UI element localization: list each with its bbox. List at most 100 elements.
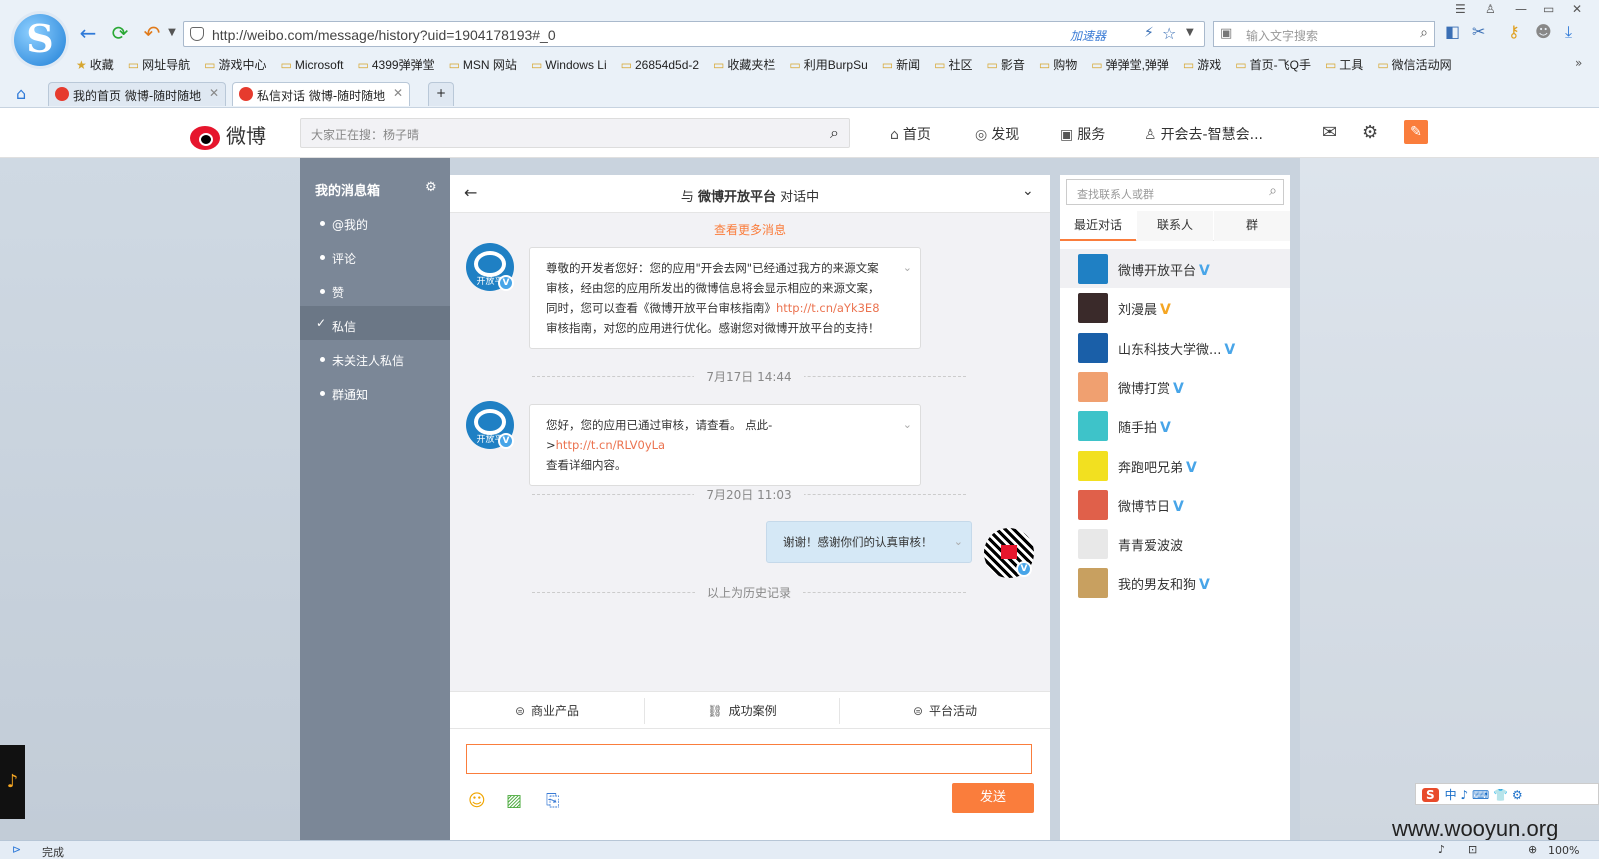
- gear-icon[interactable]: ⚙: [1362, 122, 1378, 143]
- bookmark-item[interactable]: ▭ MSN 网站: [449, 56, 517, 73]
- message-input[interactable]: [466, 744, 1032, 774]
- bookmark-item[interactable]: ▭ 首页-飞Q手: [1235, 56, 1311, 73]
- bookmark-item[interactable]: ▭ 新闻: [882, 56, 920, 73]
- bookmark-item[interactable]: ▭ 收藏夹栏: [713, 56, 775, 73]
- image-search-icon[interactable]: ▣: [1220, 26, 1232, 41]
- zoom-icon[interactable]: ⊕: [1528, 843, 1537, 856]
- sidebar-item-group-notices[interactable]: 群通知: [300, 374, 450, 408]
- nav-home[interactable]: ⌂ 首页: [890, 124, 931, 144]
- contact-item[interactable]: 微博打赏 V: [1060, 367, 1290, 406]
- sidebar-item-private-messages[interactable]: ✓ 私信: [300, 306, 450, 340]
- contact-search-input[interactable]: 查找联系人或群 ⌕: [1066, 179, 1284, 205]
- bookmark-item[interactable]: ▭ Windows Li: [531, 58, 607, 72]
- message-link[interactable]: http://t.cn/RLV0yLa: [556, 438, 665, 452]
- chevron-down-icon[interactable]: ⌄: [1022, 183, 1034, 199]
- sidebar-item-likes[interactable]: 赞: [300, 272, 450, 306]
- bookmark-item[interactable]: ▭ 弹弹堂,弹弹: [1091, 56, 1169, 73]
- chat-partner-name[interactable]: 微博开放平台: [698, 190, 776, 205]
- send-button[interactable]: 发送: [952, 783, 1034, 813]
- tab-contacts[interactable]: 联系人: [1137, 211, 1213, 241]
- chevron-down-icon[interactable]: ⌄: [903, 415, 912, 435]
- accelerator-label[interactable]: 加速器: [1070, 27, 1106, 44]
- extension-icon[interactable]: ◧: [1445, 22, 1460, 41]
- zoom-level[interactable]: 100%: [1548, 844, 1579, 857]
- skin-icon[interactable]: ♙: [1485, 2, 1496, 16]
- scissors-icon[interactable]: ✂: [1472, 22, 1485, 41]
- nav-service[interactable]: ▣ 服务: [1060, 124, 1105, 144]
- bookmark-item[interactable]: ▭ 社区: [934, 56, 972, 73]
- browser-logo[interactable]: S: [14, 14, 66, 66]
- menu-icon[interactable]: ☰: [1455, 2, 1466, 16]
- attachment-icon[interactable]: ⎘: [546, 791, 560, 811]
- refresh-icon[interactable]: ⟳: [108, 20, 132, 46]
- ime-toolbar[interactable]: S 中 ♪ ⌨ 👕 ⚙: [1415, 783, 1599, 805]
- chevron-down-icon[interactable]: ▼: [1186, 27, 1194, 38]
- contact-item[interactable]: 随手拍 V: [1060, 406, 1290, 445]
- tab-recent[interactable]: 最近对话: [1060, 211, 1136, 241]
- close-tab-icon[interactable]: ✕: [393, 86, 403, 100]
- undo-dropdown-icon[interactable]: ▼: [160, 20, 184, 46]
- star-icon[interactable]: ☆: [1162, 24, 1176, 43]
- key-icon[interactable]: ⚷: [1508, 22, 1520, 41]
- maximize-icon[interactable]: ▭: [1543, 2, 1554, 16]
- bookmark-item[interactable]: ★ 收藏: [76, 56, 114, 73]
- sidebar-item-comments[interactable]: 评论: [300, 238, 450, 272]
- search-icon[interactable]: ⌕: [1420, 25, 1428, 41]
- nav-user[interactable]: ♙ 开会去-智慧会...: [1144, 124, 1263, 144]
- mail-icon[interactable]: ✉: [1322, 122, 1337, 143]
- close-window-icon[interactable]: ✕: [1572, 2, 1582, 16]
- sidebar-item-mentions[interactable]: @我的: [300, 204, 450, 238]
- bookmark-item[interactable]: ▭ 4399弹弹堂: [358, 56, 435, 73]
- search-icon[interactable]: ⌕: [830, 123, 839, 143]
- browser-search[interactable]: ▣ 输入文字搜索 ⌕: [1213, 21, 1435, 47]
- image-icon[interactable]: ▨: [506, 791, 522, 811]
- chevron-down-icon[interactable]: ⌄: [903, 258, 912, 278]
- contact-item[interactable]: 微博开放平台 V: [1060, 249, 1290, 288]
- url-text[interactable]: http://weibo.com/message/history?uid=190…: [212, 27, 556, 43]
- sidebar-item-unfollowed-messages[interactable]: 未关注人私信: [300, 340, 450, 374]
- tab-groups[interactable]: 群: [1214, 211, 1290, 241]
- tab-weibo-home[interactable]: 我的首页 微博-随时随地 ✕: [48, 82, 226, 106]
- bookmark-item[interactable]: ▭ 网址导航: [128, 56, 190, 73]
- success-cases-button[interactable]: ⛓ 成功案例: [645, 702, 839, 719]
- contact-item[interactable]: 我的男友和狗 V: [1060, 563, 1290, 602]
- music-player[interactable]: ♪: [0, 745, 25, 819]
- bookmark-item[interactable]: ▭ 影音: [987, 56, 1025, 73]
- home-icon[interactable]: ⌂: [16, 84, 26, 103]
- contact-item[interactable]: 青青爱波波: [1060, 524, 1290, 563]
- weibo-logo[interactable]: 微博: [190, 120, 266, 150]
- lightning-icon[interactable]: ⚡: [1144, 25, 1154, 41]
- tab-private-message[interactable]: 私信对话 微博-随时随地 ✕: [232, 82, 410, 106]
- weibo-search-input[interactable]: 大家正在搜：杨子晴 ⌕: [300, 118, 850, 148]
- volume-icon[interactable]: ♪: [1438, 843, 1445, 856]
- bookmark-item[interactable]: ▭ 利用BurpSu: [789, 56, 867, 73]
- bookmark-item[interactable]: ▭ Microsoft: [281, 58, 344, 72]
- contact-item[interactable]: 奔跑吧兄弟 V: [1060, 446, 1290, 485]
- platform-events-button[interactable]: ⊜ 平台活动: [840, 702, 1050, 719]
- download-icon[interactable]: ⤓: [1565, 22, 1572, 42]
- address-bar[interactable]: http://weibo.com/message/history?uid=190…: [183, 21, 1205, 47]
- nav-discover[interactable]: ◎ 发现: [975, 124, 1019, 144]
- compose-icon[interactable]: ✎: [1404, 120, 1428, 144]
- load-more-link[interactable]: 查看更多消息: [450, 221, 1050, 238]
- search-icon[interactable]: ⌕: [1269, 183, 1277, 199]
- chevron-down-icon[interactable]: ⌄: [954, 532, 963, 552]
- smiley-icon[interactable]: ☻: [1535, 22, 1552, 41]
- screenshot-icon[interactable]: ⊡: [1468, 843, 1477, 856]
- contact-item[interactable]: 刘漫晨 V: [1060, 288, 1290, 327]
- contact-item[interactable]: 微博节日 V: [1060, 485, 1290, 524]
- new-tab-button[interactable]: +: [428, 82, 454, 106]
- bookmark-item[interactable]: ▭ 微信活动网: [1377, 56, 1451, 73]
- minimize-icon[interactable]: —: [1515, 2, 1527, 16]
- sidebar-toggle-icon[interactable]: ⊳: [12, 843, 21, 856]
- bookmark-item[interactable]: ▭ 购物: [1039, 56, 1077, 73]
- more-bookmarks-icon[interactable]: »: [1575, 56, 1582, 70]
- bookmark-item[interactable]: ▭ 26854d5d-2: [621, 58, 699, 72]
- emoji-icon[interactable]: ☺: [468, 791, 486, 811]
- contact-item[interactable]: 山东科技大学微... V: [1060, 328, 1290, 367]
- close-tab-icon[interactable]: ✕: [209, 86, 219, 100]
- bookmark-item[interactable]: ▭ 游戏中心: [204, 56, 266, 73]
- back-icon[interactable]: ←: [76, 20, 100, 46]
- message-link[interactable]: http://t.cn/aYk3E8: [776, 301, 880, 315]
- business-products-button[interactable]: ⊜ 商业产品: [450, 702, 644, 719]
